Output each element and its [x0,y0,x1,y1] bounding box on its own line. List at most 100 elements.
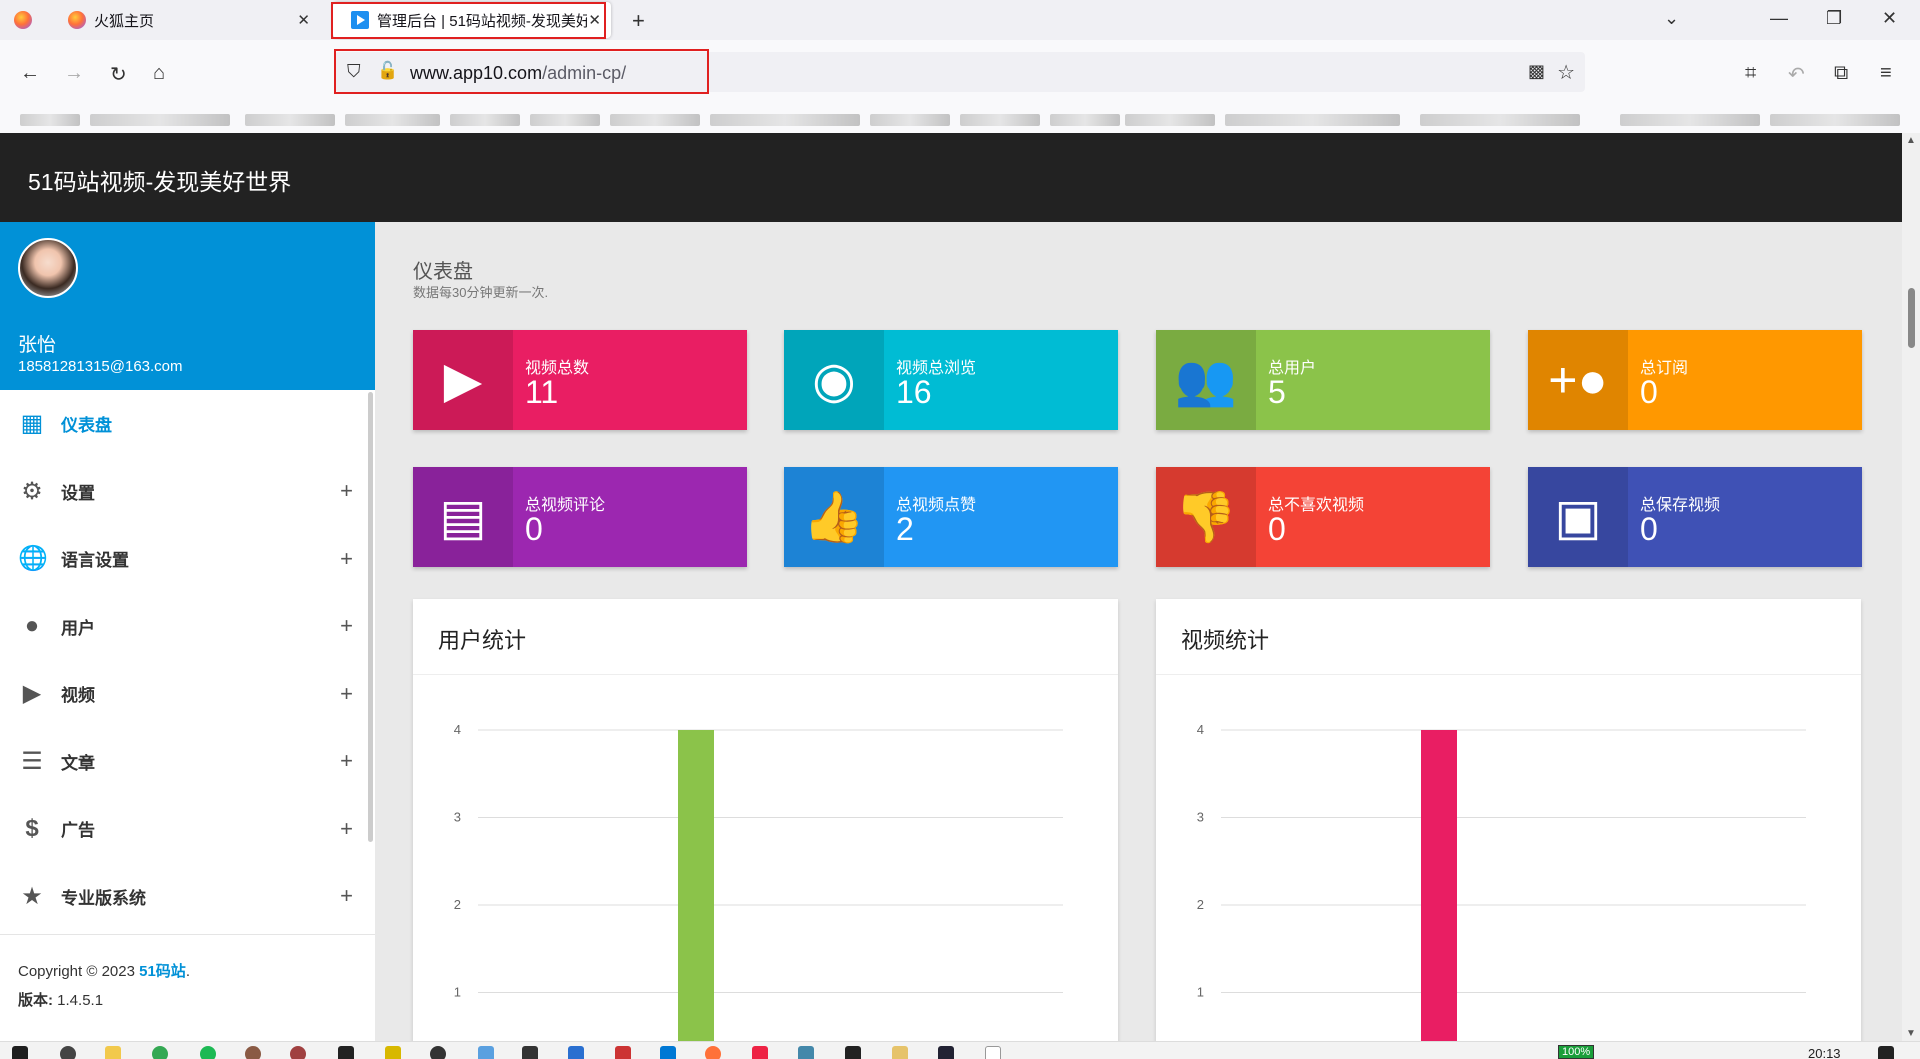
stat-card[interactable]: +● 总订阅 0 [1528,330,1862,430]
forward-icon[interactable]: → [64,62,84,85]
video-library-icon: ▶ [22,680,42,708]
undo-icon[interactable]: ↶ [1788,62,1805,87]
stat-card[interactable]: 👥 总用户 5 [1156,330,1490,430]
vscode-icon[interactable] [660,1046,676,1059]
app-icon[interactable] [798,1046,814,1059]
file-explorer-icon[interactable] [105,1046,121,1059]
bookmark-item[interactable] [1125,114,1215,126]
bookmark-item[interactable] [1050,114,1120,126]
copyright-link[interactable]: 51码站 [139,963,186,980]
sidebar-item-3[interactable]: ● 用户 + [0,593,375,661]
qr-code-icon[interactable]: ▩ [1528,61,1545,82]
scrollbar-thumb[interactable] [1908,288,1915,348]
tab-firefox-home[interactable]: 火狐主页 ✕ [58,2,320,38]
expand-icon[interactable]: + [340,546,353,572]
typora-icon[interactable] [985,1046,1001,1059]
app-icon[interactable] [752,1046,768,1059]
bookmark-item[interactable] [20,114,80,126]
sidebar-item-2[interactable]: 🌐 语言设置 + [0,525,375,593]
app-icon[interactable] [430,1046,446,1059]
menu-icon[interactable]: ≡ [1880,62,1892,85]
bookmark-item[interactable] [1770,114,1900,126]
stat-card[interactable]: 👍 总视频点赞 2 [784,467,1118,567]
restore-button[interactable]: ❐ [1826,8,1842,29]
expand-icon[interactable]: + [340,681,353,707]
screenshot-icon[interactable]: ⌗ [1745,62,1756,85]
sidebar-item-4[interactable]: ▶ 视频 + [0,660,375,728]
comment-icon: ▤ [413,467,513,567]
expand-icon[interactable]: + [340,748,353,774]
stat-card[interactable]: ▤ 总视频评论 0 [413,467,747,567]
new-tab-button[interactable]: + [632,8,645,34]
expand-icon[interactable]: + [340,883,353,909]
expand-icon[interactable]: + [340,816,353,842]
sidebar-item-7[interactable]: ★ 专业版系统 + [0,863,375,931]
bookmark-star-icon[interactable]: ☆ [1557,60,1575,85]
app-icon[interactable] [568,1046,584,1059]
back-icon[interactable]: ← [20,62,40,85]
bookmark-item[interactable] [450,114,520,126]
notion-icon[interactable] [338,1046,354,1059]
notification-icon[interactable] [1878,1046,1894,1059]
bookmark-item[interactable] [1620,114,1760,126]
expand-icon[interactable]: + [340,613,353,639]
dashboard-icon: ▦ [20,410,44,438]
app-icon[interactable] [615,1046,631,1059]
stat-card[interactable]: 👎 总不喜欢视频 0 [1156,467,1490,567]
bookmark-item[interactable] [530,114,600,126]
page-scrollbar[interactable]: ▲ ▼ [1902,133,1920,1041]
sidebar-scrollbar[interactable] [368,392,373,842]
sidebar-item-6[interactable]: $ 广告 + [0,795,375,863]
terminal-icon[interactable] [522,1046,538,1059]
home-icon[interactable]: ⌂ [153,62,165,85]
chart-bar[interactable] [678,730,714,1059]
bookmark-item[interactable] [345,114,440,126]
close-window-button[interactable]: ✕ [1882,8,1897,29]
bookmark-item[interactable] [1420,114,1580,126]
app-icon[interactable] [290,1046,306,1059]
avatar[interactable] [18,238,78,298]
clock[interactable]: 20:13 [1808,1046,1841,1059]
app-icon[interactable] [478,1046,494,1059]
minimize-button[interactable]: — [1770,8,1788,29]
battery-indicator[interactable]: 100% [1558,1045,1595,1059]
app-icon[interactable] [892,1046,908,1059]
tab-label: 火狐主页 [94,12,155,30]
stat-card[interactable]: ▣ 总保存视频 0 [1528,467,1862,567]
bookmark-item[interactable] [870,114,950,126]
extensions-icon[interactable]: ⧉ [1834,62,1848,85]
bookmark-item[interactable] [90,114,230,126]
scroll-up-icon[interactable]: ▲ [1906,135,1916,146]
bookmark-item[interactable] [1225,114,1400,126]
close-tab-icon[interactable]: ✕ [297,11,310,29]
browser-tab-strip: 火狐主页 ✕ 管理后台 | 51码站视频-发现美好世界 ✕ + ⌄ — ❐ ✕ [0,0,1920,40]
firefox-icon[interactable] [705,1046,721,1059]
sidebar-item-label: 视频 [61,686,95,706]
bookmark-item[interactable] [610,114,700,126]
search-icon[interactable] [60,1046,76,1059]
windows-start-icon[interactable] [12,1046,28,1059]
stat-card[interactable]: ◉ 视频总浏览 16 [784,330,1118,430]
sidebar-item-1[interactable]: ⚙ 设置 + [0,458,375,526]
bookmark-item[interactable] [710,114,860,126]
reload-icon[interactable]: ↻ [110,62,127,87]
sidebar-item-5[interactable]: ☰ 文章 + [0,728,375,796]
expand-icon[interactable]: + [340,478,353,504]
firefox-view-button[interactable] [14,2,44,38]
bookmark-item[interactable] [245,114,335,126]
sidebar-item-label: 广告 [61,821,95,841]
list-all-tabs-icon[interactable]: ⌄ [1664,8,1679,29]
chrome-icon[interactable] [152,1046,168,1059]
chart-bar[interactable] [1421,730,1457,1059]
sidebar-item-0[interactable]: ▦ 仪表盘 [0,390,375,458]
stat-card[interactable]: ▶ 视频总数 11 [413,330,747,430]
scroll-down-icon[interactable]: ▼ [1906,1028,1916,1039]
site-brand[interactable]: 51码站视频-发现美好世界 [28,163,291,197]
copyright-suffix: . [185,963,190,980]
app-icon[interactable] [385,1046,401,1059]
app-icon[interactable] [845,1046,861,1059]
app-icon[interactable] [938,1046,954,1059]
app-icon[interactable] [245,1046,261,1059]
bookmark-item[interactable] [960,114,1040,126]
spotify-icon[interactable] [200,1046,216,1059]
